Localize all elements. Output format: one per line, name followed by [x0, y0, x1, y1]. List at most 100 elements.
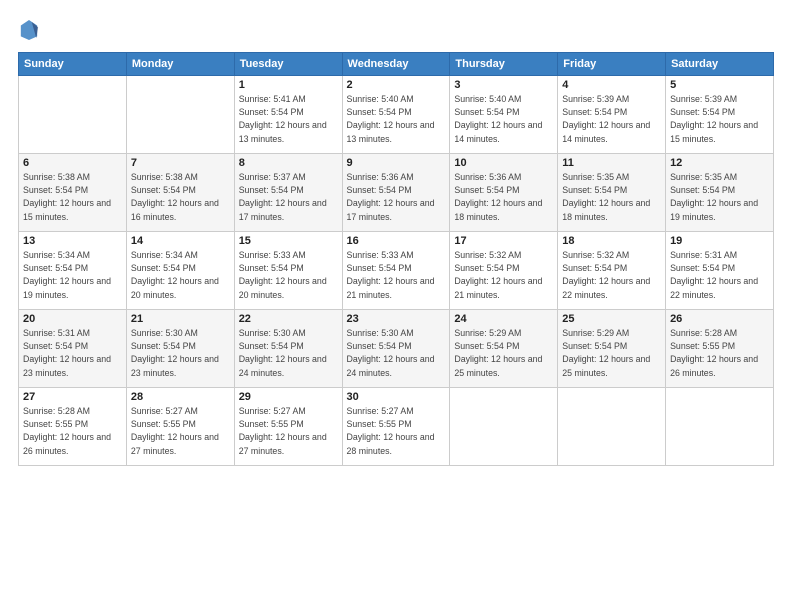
- calendar-week-row: 1 Sunrise: 5:41 AM Sunset: 5:54 PM Daylig…: [19, 76, 774, 154]
- calendar-day-cell: 15 Sunrise: 5:33 AM Sunset: 5:54 PM Dayli…: [234, 232, 342, 310]
- calendar-day-cell: 7 Sunrise: 5:38 AM Sunset: 5:54 PM Daylig…: [126, 154, 234, 232]
- calendar-day-cell: 19Sunrise: 5:31 AM Sunset: 5:54 PM Dayli…: [666, 232, 774, 310]
- calendar-body: 1 Sunrise: 5:41 AM Sunset: 5:54 PM Daylig…: [19, 76, 774, 466]
- day-info: Sunrise: 5:35 AM Sunset: 5:54 PM Dayligh…: [562, 171, 661, 224]
- calendar-day-cell: 5 Sunrise: 5:39 AM Sunset: 5:54 PM Daylig…: [666, 76, 774, 154]
- day-info: Sunrise: 5:39 AM Sunset: 5:54 PM Dayligh…: [562, 93, 661, 146]
- day-number: 17: [454, 235, 553, 247]
- day-info: Sunrise: 5:41 AM Sunset: 5:54 PM Dayligh…: [239, 93, 338, 146]
- weekday-header-cell: Wednesday: [342, 53, 450, 76]
- weekday-header-cell: Sunday: [19, 53, 127, 76]
- day-info: Sunrise: 5:40 AM Sunset: 5:54 PM Dayligh…: [454, 93, 553, 146]
- day-info: Sunrise: 5:38 AM Sunset: 5:54 PM Dayligh…: [131, 171, 230, 224]
- day-info: Sunrise: 5:34 AM Sunset: 5:54 PM Dayligh…: [23, 249, 122, 302]
- day-info: Sunrise: 5:38 AM Sunset: 5:54 PM Dayligh…: [23, 171, 122, 224]
- calendar-day-cell: 23 Sunrise: 5:30 AM Sunset: 5:54 PM Dayli…: [342, 310, 450, 388]
- logo-icon: [19, 18, 39, 42]
- calendar-day-cell: 16Sunrise: 5:33 AM Sunset: 5:54 PM Dayli…: [342, 232, 450, 310]
- calendar-day-cell: 22 Sunrise: 5:30 AM Sunset: 5:54 PM Dayli…: [234, 310, 342, 388]
- calendar-day-cell: 1 Sunrise: 5:41 AM Sunset: 5:54 PM Daylig…: [234, 76, 342, 154]
- day-number: 1: [239, 79, 338, 91]
- calendar-week-row: 27 Sunrise: 5:28 AM Sunset: 5:55 PM Dayli…: [19, 388, 774, 466]
- calendar-day-cell: 17 Sunrise: 5:32 AM Sunset: 5:54 PM Dayli…: [450, 232, 558, 310]
- day-number: 16: [347, 235, 446, 247]
- calendar-page: SundayMondayTuesdayWednesdayThursdayFrid…: [0, 0, 792, 612]
- day-info: Sunrise: 5:30 AM Sunset: 5:54 PM Dayligh…: [239, 327, 338, 380]
- calendar-day-cell: [19, 76, 127, 154]
- calendar-day-cell: 3 Sunrise: 5:40 AM Sunset: 5:54 PM Daylig…: [450, 76, 558, 154]
- day-number: 30: [347, 391, 446, 403]
- weekday-header-cell: Friday: [558, 53, 666, 76]
- day-number: 24: [454, 313, 553, 325]
- day-number: 14: [131, 235, 230, 247]
- day-info: Sunrise: 5:29 AM Sunset: 5:54 PM Dayligh…: [454, 327, 553, 380]
- calendar-day-cell: 29Sunrise: 5:27 AM Sunset: 5:55 PM Dayli…: [234, 388, 342, 466]
- day-info: Sunrise: 5:28 AM Sunset: 5:55 PM Dayligh…: [23, 405, 122, 458]
- day-info: Sunrise: 5:37 AM Sunset: 5:54 PM Dayligh…: [239, 171, 338, 224]
- day-info: Sunrise: 5:34 AM Sunset: 5:54 PM Dayligh…: [131, 249, 230, 302]
- day-number: 5: [670, 79, 769, 91]
- day-info: Sunrise: 5:30 AM Sunset: 5:54 PM Dayligh…: [347, 327, 446, 380]
- calendar-day-cell: 13 Sunrise: 5:34 AM Sunset: 5:54 PM Dayli…: [19, 232, 127, 310]
- day-number: 11: [562, 157, 661, 169]
- day-info: Sunrise: 5:28 AM Sunset: 5:55 PM Dayligh…: [670, 327, 769, 380]
- day-number: 4: [562, 79, 661, 91]
- day-number: 27: [23, 391, 122, 403]
- header: [18, 18, 774, 42]
- day-number: 23: [347, 313, 446, 325]
- calendar-day-cell: 30 Sunrise: 5:27 AM Sunset: 5:55 PM Dayli…: [342, 388, 450, 466]
- weekday-header-cell: Thursday: [450, 53, 558, 76]
- day-number: 25: [562, 313, 661, 325]
- day-number: 2: [347, 79, 446, 91]
- day-number: 8: [239, 157, 338, 169]
- calendar-day-cell: 21 Sunrise: 5:30 AM Sunset: 5:54 PM Dayli…: [126, 310, 234, 388]
- weekday-header-cell: Tuesday: [234, 53, 342, 76]
- calendar-day-cell: [450, 388, 558, 466]
- calendar-day-cell: 25 Sunrise: 5:29 AM Sunset: 5:54 PM Dayli…: [558, 310, 666, 388]
- calendar-day-cell: 27 Sunrise: 5:28 AM Sunset: 5:55 PM Dayli…: [19, 388, 127, 466]
- day-number: 3: [454, 79, 553, 91]
- day-number: 7: [131, 157, 230, 169]
- calendar-day-cell: 18Sunrise: 5:32 AM Sunset: 5:54 PM Dayli…: [558, 232, 666, 310]
- weekday-header-row: SundayMondayTuesdayWednesdayThursdayFrid…: [19, 53, 774, 76]
- day-info: Sunrise: 5:32 AM Sunset: 5:54 PM Dayligh…: [562, 249, 661, 302]
- calendar-day-cell: 28Sunrise: 5:27 AM Sunset: 5:55 PM Dayli…: [126, 388, 234, 466]
- day-info: Sunrise: 5:35 AM Sunset: 5:54 PM Dayligh…: [670, 171, 769, 224]
- day-info: Sunrise: 5:29 AM Sunset: 5:54 PM Dayligh…: [562, 327, 661, 380]
- day-info: Sunrise: 5:27 AM Sunset: 5:55 PM Dayligh…: [347, 405, 446, 458]
- calendar-day-cell: 11 Sunrise: 5:35 AM Sunset: 5:54 PM Dayli…: [558, 154, 666, 232]
- calendar-day-cell: [666, 388, 774, 466]
- day-number: 9: [347, 157, 446, 169]
- calendar-day-cell: 12Sunrise: 5:35 AM Sunset: 5:54 PM Dayli…: [666, 154, 774, 232]
- calendar-day-cell: 9 Sunrise: 5:36 AM Sunset: 5:54 PM Daylig…: [342, 154, 450, 232]
- calendar-day-cell: 4 Sunrise: 5:39 AM Sunset: 5:54 PM Daylig…: [558, 76, 666, 154]
- calendar-day-cell: 14 Sunrise: 5:34 AM Sunset: 5:54 PM Dayli…: [126, 232, 234, 310]
- weekday-header-cell: Saturday: [666, 53, 774, 76]
- day-number: 20: [23, 313, 122, 325]
- calendar-week-row: 13 Sunrise: 5:34 AM Sunset: 5:54 PM Dayli…: [19, 232, 774, 310]
- calendar-day-cell: 8 Sunrise: 5:37 AM Sunset: 5:54 PM Daylig…: [234, 154, 342, 232]
- day-info: Sunrise: 5:33 AM Sunset: 5:54 PM Dayligh…: [239, 249, 338, 302]
- calendar-week-row: 6Sunrise: 5:38 AM Sunset: 5:54 PM Daylig…: [19, 154, 774, 232]
- calendar-day-cell: [558, 388, 666, 466]
- day-number: 15: [239, 235, 338, 247]
- day-info: Sunrise: 5:32 AM Sunset: 5:54 PM Dayligh…: [454, 249, 553, 302]
- day-info: Sunrise: 5:27 AM Sunset: 5:55 PM Dayligh…: [239, 405, 338, 458]
- day-info: Sunrise: 5:36 AM Sunset: 5:54 PM Dayligh…: [454, 171, 553, 224]
- day-number: 21: [131, 313, 230, 325]
- calendar-day-cell: 6Sunrise: 5:38 AM Sunset: 5:54 PM Daylig…: [19, 154, 127, 232]
- calendar-table: SundayMondayTuesdayWednesdayThursdayFrid…: [18, 52, 774, 466]
- calendar-day-cell: 26Sunrise: 5:28 AM Sunset: 5:55 PM Dayli…: [666, 310, 774, 388]
- calendar-week-row: 20Sunrise: 5:31 AM Sunset: 5:54 PM Dayli…: [19, 310, 774, 388]
- day-info: Sunrise: 5:30 AM Sunset: 5:54 PM Dayligh…: [131, 327, 230, 380]
- day-number: 10: [454, 157, 553, 169]
- calendar-day-cell: [126, 76, 234, 154]
- calendar-day-cell: 10 Sunrise: 5:36 AM Sunset: 5:54 PM Dayli…: [450, 154, 558, 232]
- day-info: Sunrise: 5:27 AM Sunset: 5:55 PM Dayligh…: [131, 405, 230, 458]
- day-number: 22: [239, 313, 338, 325]
- day-info: Sunrise: 5:39 AM Sunset: 5:54 PM Dayligh…: [670, 93, 769, 146]
- day-info: Sunrise: 5:31 AM Sunset: 5:54 PM Dayligh…: [670, 249, 769, 302]
- day-number: 13: [23, 235, 122, 247]
- day-info: Sunrise: 5:36 AM Sunset: 5:54 PM Dayligh…: [347, 171, 446, 224]
- weekday-header-cell: Monday: [126, 53, 234, 76]
